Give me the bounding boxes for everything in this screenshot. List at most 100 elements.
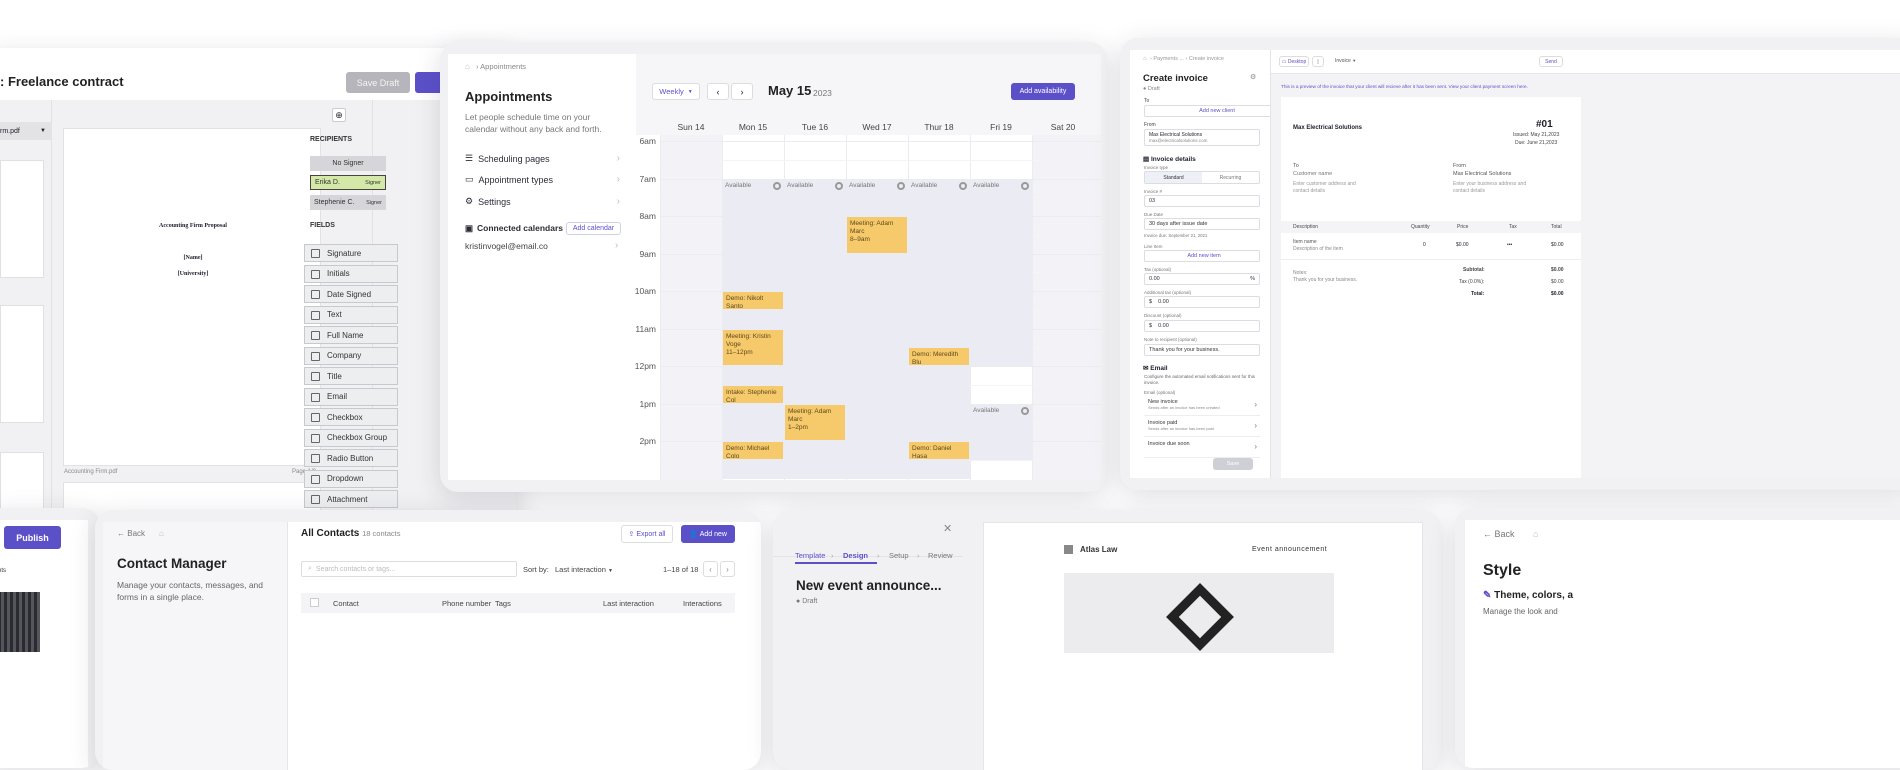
tax-label: Tax (optional) bbox=[1144, 267, 1172, 272]
add-item-button[interactable]: Add new item bbox=[1144, 250, 1260, 262]
step-separator: › bbox=[877, 551, 880, 560]
menu-appointment-types[interactable]: ▭ Appointment types › bbox=[465, 174, 620, 185]
field-text[interactable]: Text bbox=[304, 305, 398, 324]
event-block[interactable]: Demo: Meredith Blu11:30–12pm bbox=[909, 348, 969, 365]
notification-row[interactable]: Invoice due soon › bbox=[1144, 439, 1260, 458]
recipient-erika[interactable]: Erika D. Signer bbox=[310, 175, 386, 190]
due-date-select[interactable]: 30 days after issue date bbox=[1144, 218, 1260, 230]
document-page[interactable]: Accounting Firm Proposal [Name] [Univers… bbox=[63, 128, 321, 466]
back-link[interactable]: ← Back bbox=[117, 529, 145, 538]
taxline-value: $0.00 bbox=[1551, 279, 1564, 285]
gear-icon[interactable] bbox=[897, 181, 905, 190]
step-review[interactable]: Review bbox=[928, 551, 953, 560]
add-availability-button[interactable]: Add availability bbox=[1011, 83, 1075, 100]
field-full-name[interactable]: Full Name bbox=[304, 326, 398, 344]
discount-input[interactable]: $0.00 bbox=[1144, 320, 1260, 332]
page-thumbnail[interactable] bbox=[0, 160, 44, 278]
tax-input[interactable]: 0.00% bbox=[1144, 273, 1260, 285]
field-title[interactable]: Title bbox=[304, 367, 398, 385]
notification-row[interactable]: Invoice paid Sends after an invoice has b… bbox=[1144, 418, 1260, 437]
invoice-type-toggle[interactable]: Standard Recurring bbox=[1144, 171, 1260, 184]
desktop-tab[interactable]: ▭ Desktop bbox=[1279, 56, 1309, 67]
export-all-button[interactable]: ⇪ Export all bbox=[621, 525, 673, 543]
contract-title: : Freelance contract bbox=[0, 74, 124, 89]
back-label: Back bbox=[127, 529, 146, 538]
gear-icon[interactable] bbox=[835, 181, 843, 190]
document-icon: ▤ bbox=[1143, 156, 1150, 163]
next-page-button[interactable]: › bbox=[720, 561, 735, 577]
style-title: Style bbox=[1483, 562, 1522, 579]
field-radio-button[interactable]: Radio Button bbox=[304, 449, 398, 467]
menu-scheduling-pages[interactable]: ☰ Scheduling pages › bbox=[465, 153, 620, 164]
home-icon[interactable]: ⌂ bbox=[159, 529, 164, 538]
recipient-no-signer[interactable]: No Signer bbox=[310, 156, 386, 171]
event-block[interactable]: Demo: Nikolt Santo11–11:30a bbox=[723, 292, 783, 309]
back-link[interactable]: ← Back bbox=[1483, 529, 1515, 539]
title-icon bbox=[311, 372, 320, 381]
field-checkbox[interactable]: Checkbox bbox=[304, 408, 398, 426]
notification-row[interactable]: New invoice Sends after an invoice has be… bbox=[1144, 397, 1260, 416]
invoice-document: Max Electrical Solutions #01 Issued: May… bbox=[1281, 97, 1581, 478]
field-signature[interactable]: Signature bbox=[304, 244, 398, 262]
percent-icon: % bbox=[1250, 276, 1255, 282]
menu-label: Appointment types bbox=[478, 174, 554, 185]
step-setup[interactable]: Setup bbox=[889, 551, 909, 560]
note-input[interactable]: Thank you for your business. bbox=[1144, 344, 1260, 356]
prev-button[interactable]: ‹ bbox=[707, 83, 729, 100]
available-slot[interactable] bbox=[722, 178, 784, 479]
event-block[interactable]: Meeting: Adam Marc 8–9am bbox=[847, 217, 907, 253]
field-dropdown[interactable]: Dropdown bbox=[304, 469, 398, 488]
field-checkbox-group[interactable]: Checkbox Group bbox=[304, 428, 398, 447]
zoom-icon[interactable]: ⊕ bbox=[332, 108, 346, 122]
close-icon[interactable]: ✕ bbox=[943, 522, 952, 535]
add-calendar-button[interactable]: Add calendar bbox=[566, 222, 621, 235]
available-slot[interactable] bbox=[908, 178, 970, 479]
gear-icon[interactable] bbox=[1021, 181, 1029, 190]
field-initials[interactable]: Initials bbox=[304, 264, 398, 283]
building-graphic bbox=[1166, 583, 1234, 651]
publish-button[interactable]: Publish bbox=[4, 526, 61, 549]
type-standard[interactable]: Standard bbox=[1145, 172, 1202, 183]
search-input[interactable]: ⌕ Search contacts or tags... bbox=[301, 561, 517, 577]
event-block[interactable]: Intake: Stephenie Col12–12:30pm bbox=[723, 385, 783, 403]
type-recurring[interactable]: Recurring bbox=[1202, 172, 1259, 183]
field-attachment[interactable]: Attachment bbox=[304, 490, 398, 508]
page-thumbnail[interactable] bbox=[0, 305, 44, 423]
step-design[interactable]: Design bbox=[843, 551, 868, 560]
recipient-stephenie[interactable]: Stephenie C. Signer bbox=[310, 195, 386, 210]
add-client-button[interactable]: Add new client bbox=[1144, 105, 1286, 117]
field-date-signed[interactable]: Date Signed bbox=[304, 285, 398, 303]
add-new-button[interactable]: 👤 Add new bbox=[681, 525, 735, 543]
sort-select[interactable]: Last interaction ▼ bbox=[555, 565, 613, 574]
home-icon[interactable]: ⌂ bbox=[1143, 56, 1147, 62]
field-company[interactable]: Company bbox=[304, 346, 398, 365]
save-button[interactable]: Save bbox=[1213, 458, 1253, 470]
additional-tax-input[interactable]: $0.00 bbox=[1144, 296, 1260, 308]
gear-icon[interactable] bbox=[959, 181, 967, 190]
home-icon[interactable]: ⌂ bbox=[465, 62, 470, 71]
step-template[interactable]: Template bbox=[795, 551, 825, 560]
select-all-checkbox[interactable] bbox=[310, 598, 319, 607]
next-button[interactable]: › bbox=[731, 83, 753, 100]
preview-send-button[interactable]: Send bbox=[1539, 56, 1563, 67]
gear-icon[interactable] bbox=[1021, 406, 1029, 415]
from-select[interactable]: Max Electrical Solutions max@electricals… bbox=[1144, 129, 1260, 146]
menu-settings[interactable]: ⚙ Settings › bbox=[465, 196, 620, 207]
field-email[interactable]: Email bbox=[304, 387, 398, 406]
event-block[interactable]: Demo: Daniel Hasa2–3pm bbox=[909, 442, 969, 459]
available-slot[interactable] bbox=[970, 178, 1032, 366]
event-block[interactable]: Meeting: Adam Marc 1–2pm bbox=[785, 404, 845, 440]
event-block[interactable]: Demo: Michael Colo2–2:30pm bbox=[723, 442, 783, 459]
file-select[interactable]: rm.pdf ▼ bbox=[0, 122, 52, 140]
gear-icon[interactable]: ⚙ bbox=[1250, 73, 1256, 81]
save-draft-button[interactable]: Save Draft bbox=[346, 72, 410, 93]
view-select[interactable]: Weekly ▼ bbox=[652, 83, 700, 100]
gear-icon[interactable] bbox=[773, 181, 781, 190]
mobile-tab[interactable]: ▯ bbox=[1312, 56, 1324, 67]
prev-page-button[interactable]: ‹ bbox=[703, 561, 718, 577]
home-icon[interactable]: ⌂ bbox=[1533, 529, 1538, 539]
invoice-select[interactable]: Invoice ▼ bbox=[1335, 58, 1356, 64]
invoice-number-input[interactable]: 03 bbox=[1144, 195, 1260, 207]
event-block[interactable]: Meeting: Kristin Voge 11–12pm bbox=[723, 329, 783, 365]
calendar-email[interactable]: kristinvogel@email.co bbox=[465, 241, 548, 251]
